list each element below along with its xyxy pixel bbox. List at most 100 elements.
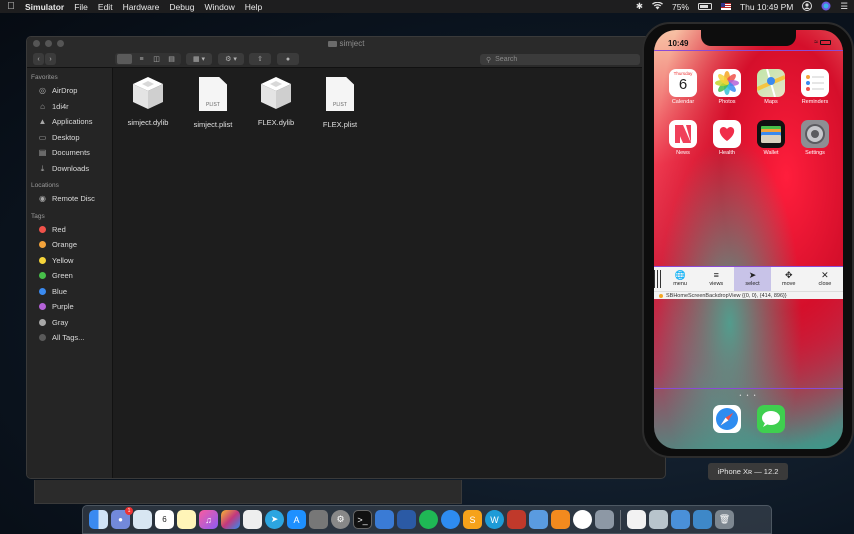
file-item[interactable]: simject.dylib: [116, 75, 180, 127]
ios-home-screen[interactable]: 10:49 ≈ Thursday 6 Calendar Photos Maps: [654, 30, 843, 449]
ios-dock: [654, 405, 843, 449]
menu-hardware[interactable]: Hardware: [123, 2, 167, 12]
siri-icon[interactable]: [821, 1, 831, 13]
app-health[interactable]: Health: [709, 120, 745, 156]
menu-file[interactable]: File: [74, 2, 95, 12]
utility-app-icon[interactable]: [671, 510, 690, 529]
menu-help[interactable]: Help: [245, 2, 269, 12]
list-view-icon[interactable]: ≡: [134, 56, 149, 63]
system-preferences-icon[interactable]: ⚙: [331, 510, 350, 529]
user-icon[interactable]: [802, 0, 813, 13]
app-reminders[interactable]: Reminders: [797, 69, 833, 105]
sidebar-item-documents[interactable]: ▤ Documents: [27, 145, 112, 161]
gallery-view-icon[interactable]: ▤: [164, 55, 179, 63]
flex-select-button[interactable]: ➤ select: [734, 267, 771, 291]
app-settings[interactable]: Settings: [797, 120, 833, 156]
finder-titlebar: simject: [27, 37, 665, 51]
rocket-launcher-icon[interactable]: [595, 510, 614, 529]
icon-view-icon[interactable]: [117, 54, 132, 64]
keychain-icon[interactable]: [649, 510, 668, 529]
sidebar-all-tags[interactable]: All Tags...: [27, 330, 112, 346]
app-wallet[interactable]: Wallet: [753, 120, 789, 156]
sourcetree-icon[interactable]: [419, 510, 438, 529]
sidebar-item-airdrop[interactable]: ◎ AirDrop: [27, 83, 112, 99]
input-source-flag-icon[interactable]: [720, 3, 731, 10]
flex-menu-button[interactable]: 🌐 menu: [662, 267, 698, 291]
flex-views-button[interactable]: ≡ views: [698, 267, 734, 291]
bluetooth-icon[interactable]: ✱: [636, 1, 643, 12]
sublime-text-icon[interactable]: S: [463, 510, 482, 529]
finder-icon[interactable]: [89, 510, 108, 529]
sidebar-item-remote-disc[interactable]: ◉ Remote Disc: [27, 191, 112, 207]
sidebar-item-home[interactable]: ⌂ 1di4r: [27, 99, 112, 115]
group-by-button[interactable]: ▦ ▾: [186, 53, 212, 65]
app-safari[interactable]: [709, 405, 745, 433]
red-tag-dot-icon: [39, 225, 46, 233]
background-window[interactable]: [34, 480, 462, 504]
telegram-icon[interactable]: ➤: [265, 510, 284, 529]
calendar-icon[interactable]: 6: [155, 510, 174, 529]
share-button[interactable]: ⇧: [249, 53, 271, 65]
app-photos[interactable]: Photos: [709, 69, 745, 105]
sidebar-heading-favorites: Favorites: [31, 74, 58, 81]
document-app-icon[interactable]: [529, 510, 548, 529]
wifi-icon[interactable]: [651, 1, 663, 12]
column-view-icon[interactable]: ◫: [149, 55, 164, 63]
books-icon[interactable]: [551, 510, 570, 529]
battery-icon[interactable]: [697, 3, 712, 10]
forward-button[interactable]: ›: [45, 53, 56, 65]
sidebar-item-applications[interactable]: ▲ Applications: [27, 114, 112, 130]
music-icon[interactable]: ♫: [199, 510, 218, 529]
menu-window[interactable]: Window: [204, 2, 241, 12]
file-item[interactable]: PLIST FLEX.plist: [308, 75, 372, 129]
menu-edit[interactable]: Edit: [98, 2, 120, 12]
action-gear-button[interactable]: ⚙ ▾: [218, 53, 244, 65]
app-news[interactable]: News: [665, 120, 701, 156]
hammer-tool-icon[interactable]: [309, 510, 328, 529]
avatar-app-icon[interactable]: [507, 510, 526, 529]
menu-simulator[interactable]: Simulator: [25, 2, 71, 12]
folder-blue-icon[interactable]: [397, 510, 416, 529]
sidebar-item-downloads[interactable]: ⤓ Downloads: [27, 161, 112, 177]
safari-icon[interactable]: [441, 510, 460, 529]
app-messages[interactable]: [753, 405, 789, 433]
tags-button[interactable]: ●: [277, 53, 299, 65]
sidebar-tag-green[interactable]: Green: [27, 268, 112, 284]
sidebar-tag-blue[interactable]: Blue: [27, 284, 112, 300]
trash-icon[interactable]: 🗑: [715, 510, 734, 529]
photo-booth-icon[interactable]: [243, 510, 262, 529]
sidebar-tag-gray[interactable]: Gray: [27, 315, 112, 331]
downloads-folder-icon[interactable]: [693, 510, 712, 529]
photos-icon[interactable]: [573, 510, 592, 529]
notes-icon[interactable]: [177, 510, 196, 529]
discord-icon[interactable]: ● 1: [111, 507, 133, 529]
apple-menu-icon[interactable]: : [0, 1, 22, 12]
menu-clock[interactable]: Thu 10:49 PM: [740, 2, 793, 12]
search-field[interactable]: ⚲ Search: [480, 54, 640, 65]
xcode-icon[interactable]: [375, 510, 394, 529]
notification-center-icon[interactable]: ☰: [840, 1, 848, 12]
flex-drag-handle[interactable]: [654, 270, 662, 288]
back-button[interactable]: ‹: [33, 53, 44, 65]
file-item[interactable]: FLEX.dylib: [244, 75, 308, 127]
app-calendar[interactable]: Thursday 6 Calendar: [665, 69, 701, 105]
app-maps[interactable]: Maps: [753, 69, 789, 105]
file-item[interactable]: PLIST simject.plist: [181, 75, 245, 129]
sidebar-tag-yellow[interactable]: Yellow: [27, 253, 112, 269]
sidebar-tag-purple[interactable]: Purple: [27, 299, 112, 315]
document-icon[interactable]: [627, 510, 646, 529]
wunderlist-icon[interactable]: W: [485, 510, 504, 529]
app-store-icon[interactable]: A: [287, 510, 306, 529]
sidebar-tag-orange[interactable]: Orange: [27, 237, 112, 253]
file-grid: simject.dylib PLIST simject.plist FLEX.d…: [114, 68, 665, 478]
sidebar-item-desktop[interactable]: ▭ Desktop: [27, 130, 112, 146]
flex-move-button[interactable]: ✥ move: [771, 267, 807, 291]
final-cut-icon[interactable]: [221, 510, 240, 529]
terminal-icon[interactable]: >_: [353, 510, 372, 529]
flex-close-button[interactable]: ✕ close: [807, 267, 843, 291]
menu-debug[interactable]: Debug: [169, 2, 201, 12]
flex-selection-info[interactable]: SBHomeScreenBackdropView {{0, 0}, {414, …: [654, 291, 843, 299]
preview-icon[interactable]: [133, 510, 152, 529]
app-label: Photos: [718, 99, 736, 105]
sidebar-tag-red[interactable]: Red: [27, 222, 112, 238]
